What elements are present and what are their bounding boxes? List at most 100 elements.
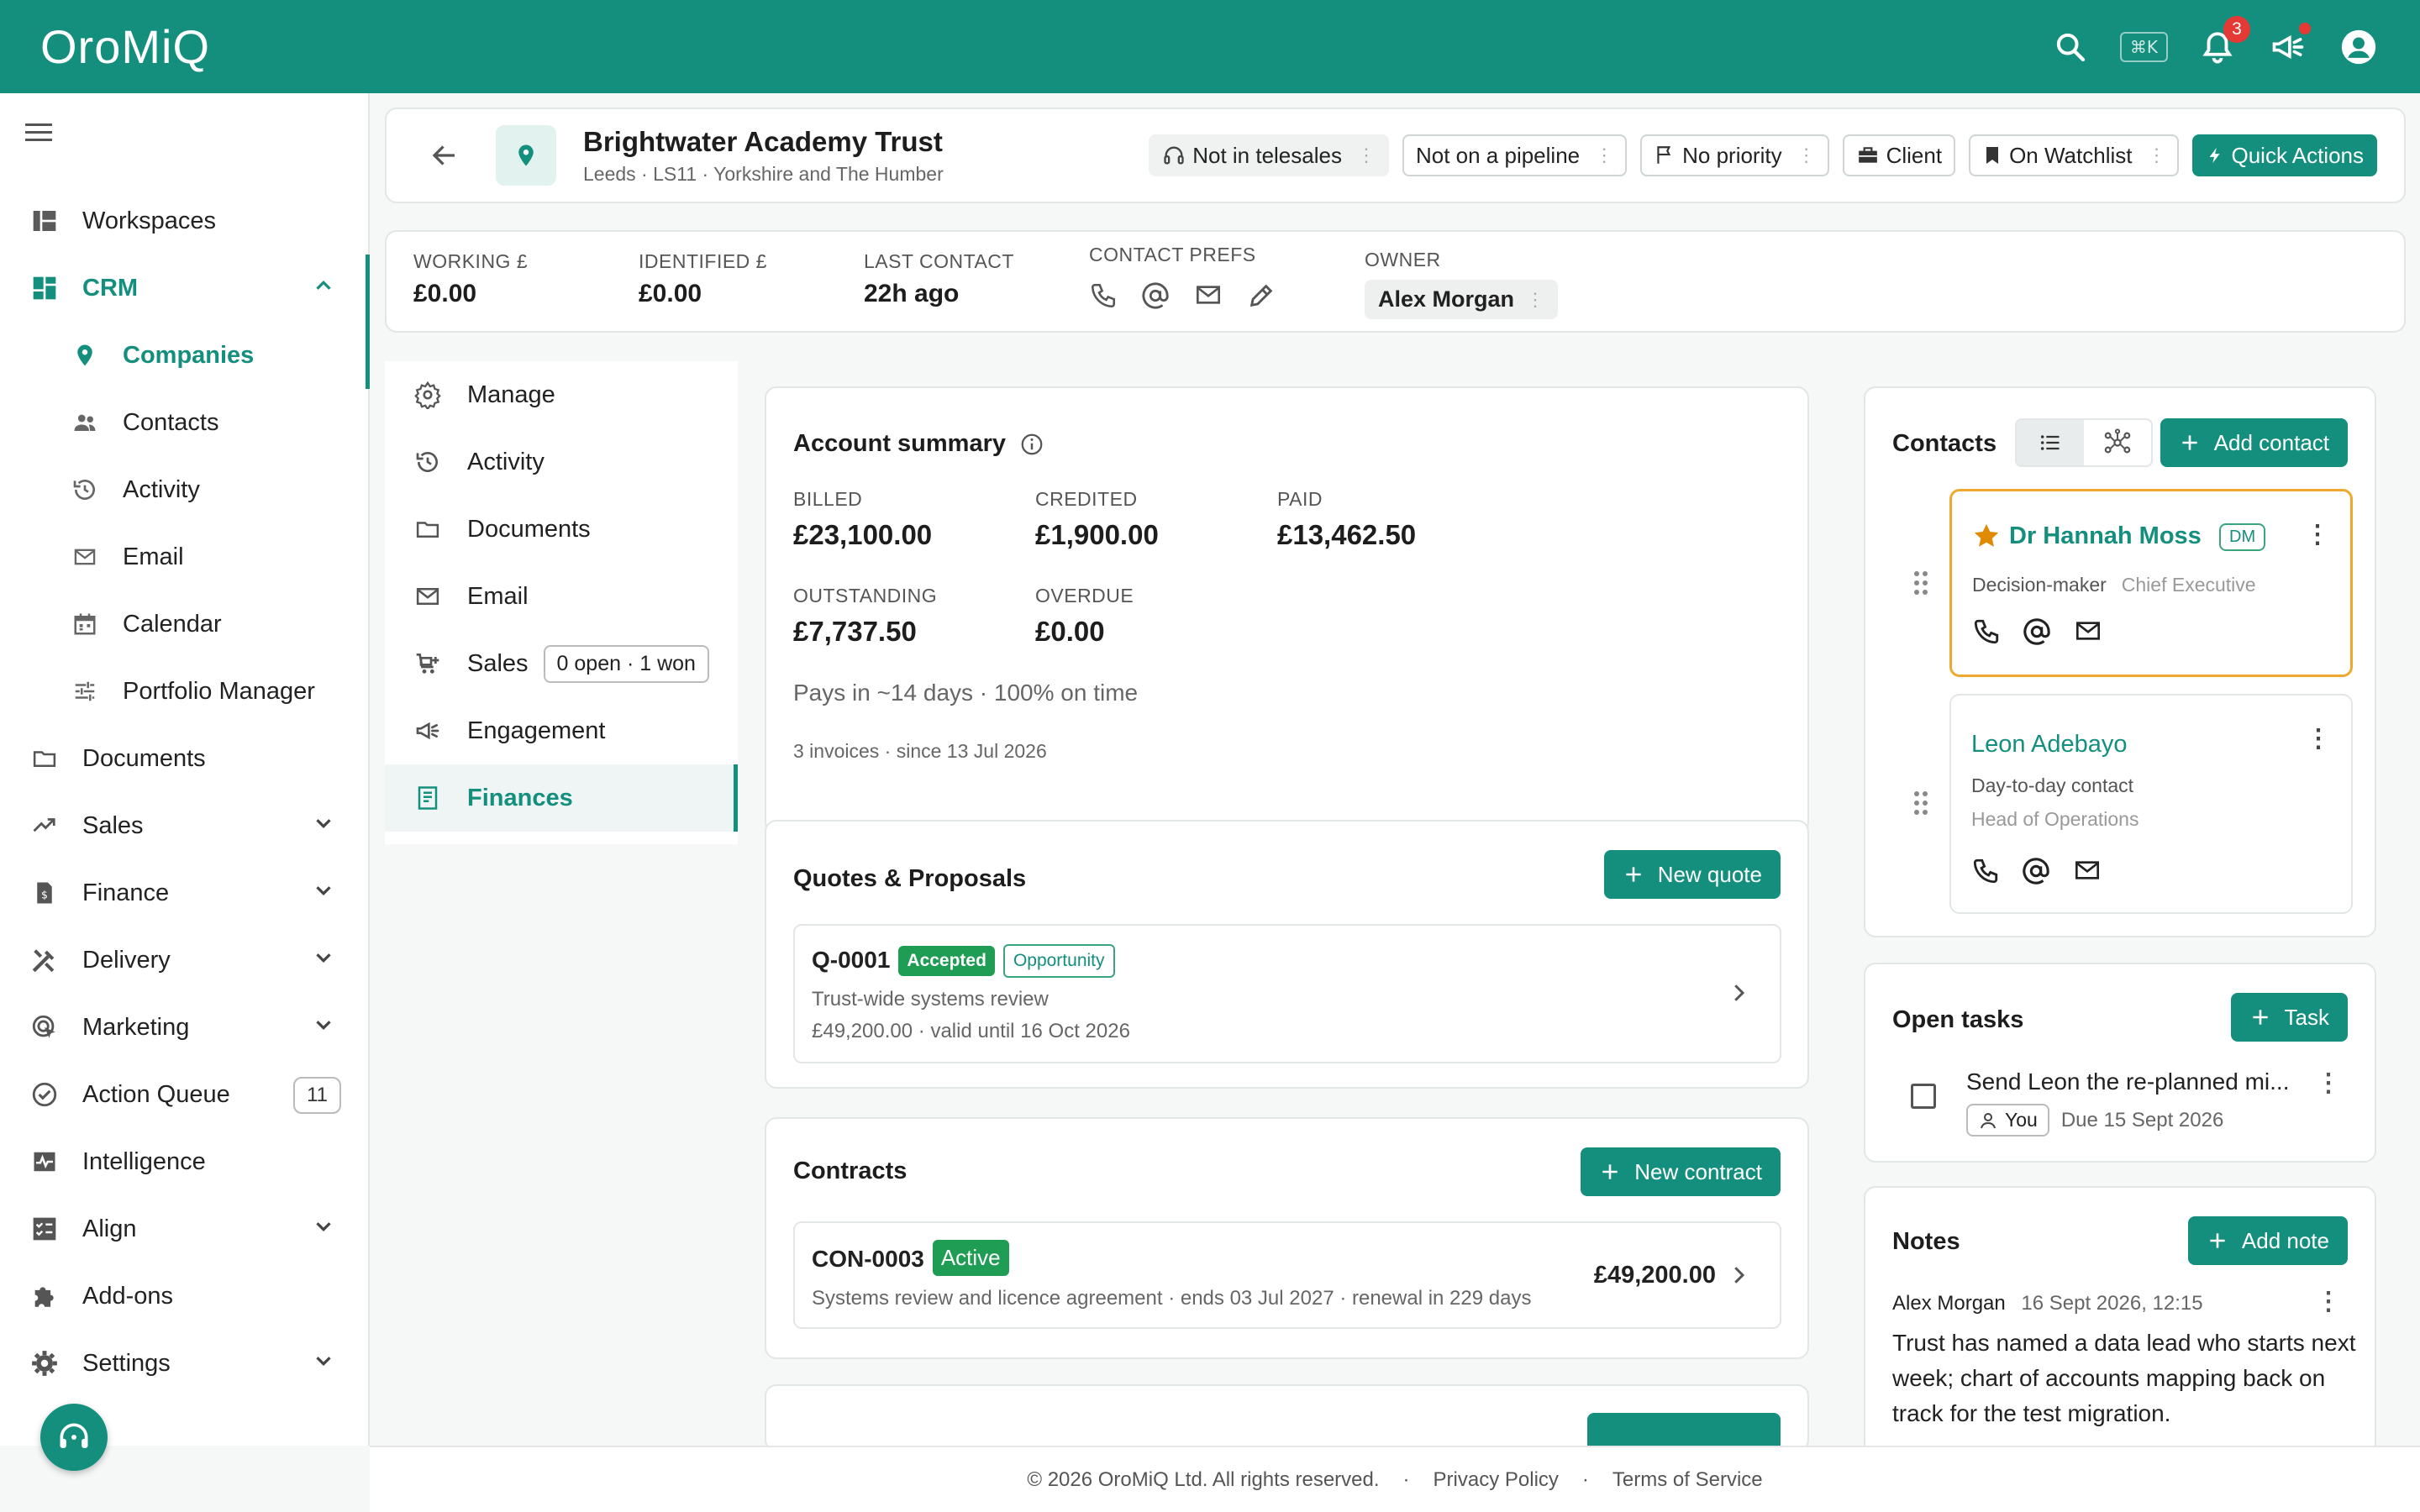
more-vertical-icon[interactable]: ⋮ bbox=[1797, 144, 1816, 166]
chevron-down-icon[interactable] bbox=[311, 878, 336, 903]
chevron-up-icon[interactable] bbox=[311, 273, 336, 298]
chevron-down-icon[interactable] bbox=[311, 811, 336, 836]
app-logo[interactable]: OroMiQ bbox=[40, 19, 210, 74]
calendar-icon bbox=[69, 608, 101, 640]
quote-row[interactable]: Q-0001 Accepted Opportunity Trust-wide sys… bbox=[793, 924, 1781, 1063]
info-icon[interactable] bbox=[1019, 432, 1044, 457]
chevron-right-icon[interactable] bbox=[1726, 978, 1751, 1008]
more-vertical-icon[interactable]: ⋮ bbox=[2147, 144, 2165, 166]
contact-role: Decision-maker bbox=[1972, 574, 2107, 596]
contact-name[interactable]: Dr Hannah Moss bbox=[2009, 522, 2202, 550]
add-note-button[interactable]: Add note bbox=[2187, 1216, 2348, 1265]
quotes-card: Quotes & Proposals New quote Q-0001 Accep… bbox=[765, 820, 1809, 1089]
sidebar-item-email[interactable]: Email bbox=[0, 523, 370, 591]
account-avatar-icon[interactable] bbox=[2338, 26, 2380, 68]
more-vertical-icon[interactable]: ⋮ bbox=[2316, 1287, 2341, 1316]
phone-icon[interactable] bbox=[1972, 617, 2001, 646]
subnav-manage[interactable]: Manage bbox=[385, 361, 738, 428]
mail-icon[interactable] bbox=[2072, 857, 2102, 885]
edit-pencil-icon[interactable] bbox=[1247, 281, 1276, 310]
check-circle-icon bbox=[29, 1079, 60, 1110]
at-sign-icon[interactable] bbox=[2023, 617, 2051, 646]
sidebar-item-companies[interactable]: Companies bbox=[0, 322, 370, 389]
subnav-finances[interactable]: Finances bbox=[385, 764, 738, 832]
terms-of-service-link[interactable]: Terms of Service bbox=[1612, 1468, 1763, 1492]
history-icon bbox=[69, 474, 101, 506]
drag-handle-icon[interactable] bbox=[1912, 790, 1929, 816]
announcement-dot bbox=[2299, 22, 2311, 34]
contract-row[interactable]: CON-0003 Active Systems review and licenc… bbox=[793, 1221, 1781, 1329]
subnav-documents[interactable]: Documents bbox=[385, 496, 738, 563]
pipeline-status-pill[interactable]: Not on a pipeline ⋮ bbox=[1402, 134, 1628, 176]
mail-icon[interactable] bbox=[1193, 281, 1223, 310]
network-view-icon[interactable] bbox=[2084, 420, 2151, 465]
back-arrow-icon[interactable] bbox=[424, 134, 466, 176]
at-sign-icon[interactable] bbox=[2022, 857, 2050, 885]
sidebar-item-contacts[interactable]: Contacts bbox=[0, 389, 370, 456]
sidebar-item-delivery[interactable]: Delivery bbox=[0, 927, 370, 994]
account-summary-title: Account summary bbox=[793, 430, 1007, 457]
copyright-text: © 2026 OroMiQ Ltd. All rights reserved. bbox=[1027, 1467, 1380, 1491]
subnav-activity[interactable]: Activity bbox=[385, 428, 738, 496]
telesales-status-pill[interactable]: Not in telesales ⋮ bbox=[1149, 134, 1389, 176]
sidebar-item-action-queue[interactable]: Action Queue 11 bbox=[0, 1061, 370, 1128]
mail-icon[interactable] bbox=[2073, 617, 2103, 646]
sidebar-item-intelligence[interactable]: Intelligence bbox=[0, 1128, 370, 1195]
drag-handle-icon[interactable] bbox=[1912, 570, 1929, 596]
sidebar-item-portfolio-manager[interactable]: Portfolio Manager bbox=[0, 658, 370, 725]
contact-card[interactable]: Leon Adebayo ⋮ Day-to-day contact Head o… bbox=[1949, 694, 2353, 914]
chevron-down-icon[interactable] bbox=[311, 945, 336, 970]
more-vertical-icon[interactable]: ⋮ bbox=[1357, 144, 1376, 166]
company-stats-bar: WORKING £ £0.00 IDENTIFIED £ £0.00 LAST … bbox=[385, 230, 2406, 333]
watchlist-pill[interactable]: On Watchlist ⋮ bbox=[1969, 134, 2180, 176]
contact-card[interactable]: Dr Hannah Moss DM ⋮ Decision-maker Chief … bbox=[1949, 489, 2353, 677]
menu-toggle-icon[interactable] bbox=[25, 122, 54, 144]
contacts-card: Contacts Add contact Dr Hannah Moss DM ⋮… bbox=[1864, 386, 2376, 937]
sidebar-item-add-ons[interactable]: Add-ons bbox=[0, 1263, 370, 1330]
help-support-fab[interactable] bbox=[40, 1404, 108, 1471]
sidebar-item-workspaces[interactable]: Workspaces bbox=[0, 187, 370, 255]
add-task-button[interactable]: Task bbox=[2230, 993, 2348, 1042]
phone-icon[interactable] bbox=[1089, 281, 1118, 310]
more-vertical-icon[interactable]: ⋮ bbox=[2316, 1068, 2341, 1098]
finance-document-icon: $ bbox=[29, 877, 60, 909]
announcements-megaphone-icon[interactable] bbox=[2267, 22, 2311, 68]
new-contract-button[interactable]: New contract bbox=[1581, 1147, 1781, 1196]
phone-icon[interactable] bbox=[1971, 857, 2000, 885]
add-contact-button[interactable]: Add contact bbox=[2160, 418, 2348, 467]
chevron-right-icon[interactable] bbox=[1726, 1260, 1751, 1290]
sidebar-item-marketing[interactable]: Marketing bbox=[0, 994, 370, 1061]
star-icon[interactable] bbox=[1972, 522, 2001, 550]
sidebar-item-documents[interactable]: Documents bbox=[0, 725, 370, 792]
sidebar-item-crm[interactable]: CRM bbox=[0, 255, 370, 389]
chevron-down-icon[interactable] bbox=[311, 1012, 336, 1037]
sidebar-item-finance[interactable]: $ Finance bbox=[0, 859, 370, 927]
chevron-down-icon[interactable] bbox=[311, 1348, 336, 1373]
quick-actions-button[interactable]: Quick Actions bbox=[2192, 134, 2377, 176]
client-status-pill[interactable]: Client bbox=[1842, 134, 1956, 176]
search-icon[interactable] bbox=[2049, 26, 2091, 68]
sidebar-item-align[interactable]: Align bbox=[0, 1195, 370, 1263]
subnav-sales[interactable]: Sales 0 open · 1 won bbox=[385, 630, 738, 697]
sidebar-item-calendar[interactable]: Calendar bbox=[0, 591, 370, 658]
notifications-bell-icon[interactable]: 3 bbox=[2196, 15, 2250, 68]
priority-pill[interactable]: No priority ⋮ bbox=[1640, 134, 1829, 176]
task-text[interactable]: Send Leon the re-planned mi... bbox=[1966, 1068, 2289, 1095]
contact-name[interactable]: Leon Adebayo bbox=[1971, 731, 2127, 759]
sidebar-item-sales[interactable]: Sales bbox=[0, 792, 370, 859]
subnav-engagement[interactable]: Engagement bbox=[385, 697, 738, 764]
chevron-down-icon[interactable] bbox=[311, 1214, 336, 1239]
more-vertical-icon[interactable]: ⋮ bbox=[2306, 724, 2331, 753]
privacy-policy-link[interactable]: Privacy Policy bbox=[1434, 1468, 1559, 1492]
subnav-email[interactable]: Email bbox=[385, 563, 738, 630]
more-vertical-icon[interactable]: ⋮ bbox=[1595, 144, 1613, 166]
task-checkbox[interactable] bbox=[1911, 1084, 1936, 1109]
more-vertical-icon[interactable]: ⋮ bbox=[1526, 289, 1544, 311]
owner-pill[interactable]: Alex Morgan ⋮ bbox=[1365, 280, 1559, 319]
sidebar-item-activity[interactable]: Activity bbox=[0, 456, 370, 523]
new-quote-button[interactable]: New quote bbox=[1603, 850, 1781, 899]
at-sign-icon[interactable] bbox=[1141, 281, 1170, 310]
sidebar-item-settings[interactable]: Settings bbox=[0, 1330, 370, 1397]
list-view-icon[interactable] bbox=[2017, 420, 2084, 465]
more-vertical-icon[interactable]: ⋮ bbox=[2305, 520, 2330, 549]
